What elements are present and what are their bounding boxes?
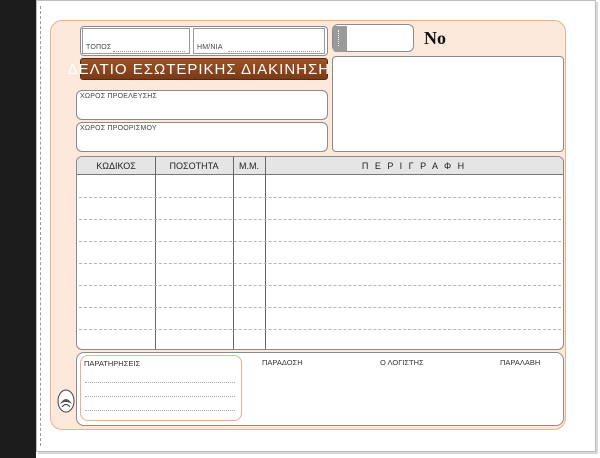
binding-spine bbox=[0, 0, 36, 458]
remarks-label: ΠΑΡΑΤΗΡΗΣΕΙΣ bbox=[84, 359, 141, 368]
receipt-label: ΠΑΡΑΛΑΒΗ bbox=[500, 358, 541, 367]
origin-label: ΧΩΡΟΣ ΠΡΟΕΛΕΥΣΗΣ bbox=[80, 93, 158, 100]
place-field[interactable]: ΤΟΠΟΣ bbox=[82, 28, 190, 54]
table-row[interactable] bbox=[79, 263, 561, 264]
table-row[interactable] bbox=[79, 197, 561, 198]
date-label: ΗΜ/ΝΙΑ bbox=[197, 44, 223, 51]
table-row[interactable] bbox=[79, 307, 561, 308]
date-field[interactable]: ΗΜ/ΝΙΑ bbox=[193, 28, 325, 54]
perforation-line bbox=[40, 6, 41, 446]
accountant-label: Ο ΛΟΓΙΣΤΗΣ bbox=[380, 358, 424, 367]
place-label: ΤΟΠΟΣ bbox=[86, 44, 112, 51]
destination-label: ΧΩΡΟΣ ΠΡΟΟΡΙΣΜΟΥ bbox=[80, 125, 157, 132]
number-label: No bbox=[424, 28, 446, 48]
items-table: ΚΩΔΙΚΟΣ ΠΟΣΟΤΗΤΑ Μ.Μ. Π Ε Ρ Ι Γ Ρ Α Φ Η bbox=[76, 156, 564, 350]
column-header-quantity: ΠΟΣΟΤΗΤΑ bbox=[169, 161, 219, 171]
publisher-logo-icon bbox=[57, 389, 75, 413]
table-row[interactable] bbox=[79, 285, 561, 286]
table-row[interactable] bbox=[79, 329, 561, 330]
origin-field[interactable]: ΧΩΡΟΣ ΠΡΟΕΛΕΥΣΗΣ bbox=[76, 90, 328, 120]
delivery-label: ΠΑΡΑΔΟΣΗ bbox=[262, 358, 303, 367]
column-header-unit: Μ.Μ. bbox=[239, 161, 259, 171]
column-header-code: ΚΩΔΙΚΟΣ bbox=[96, 161, 136, 171]
series-tab bbox=[333, 26, 347, 52]
recipient-box[interactable] bbox=[332, 56, 564, 152]
remarks-field[interactable]: ΠΑΡΑΤΗΡΗΣΕΙΣ bbox=[80, 355, 242, 421]
form-title: ΔΕΛΤΙΟ ΕΣΩΤΕΡΙΚΗΣ ΔΙΑΚΙΝΗΣΗΣ bbox=[68, 58, 339, 80]
destination-field[interactable]: ΧΩΡΟΣ ΠΡΟΟΡΙΣΜΟΥ bbox=[76, 122, 328, 152]
column-header-description: Π Ε Ρ Ι Γ Ρ Α Φ Η bbox=[361, 161, 467, 171]
table-row[interactable] bbox=[79, 219, 561, 220]
table-row[interactable] bbox=[79, 241, 561, 242]
